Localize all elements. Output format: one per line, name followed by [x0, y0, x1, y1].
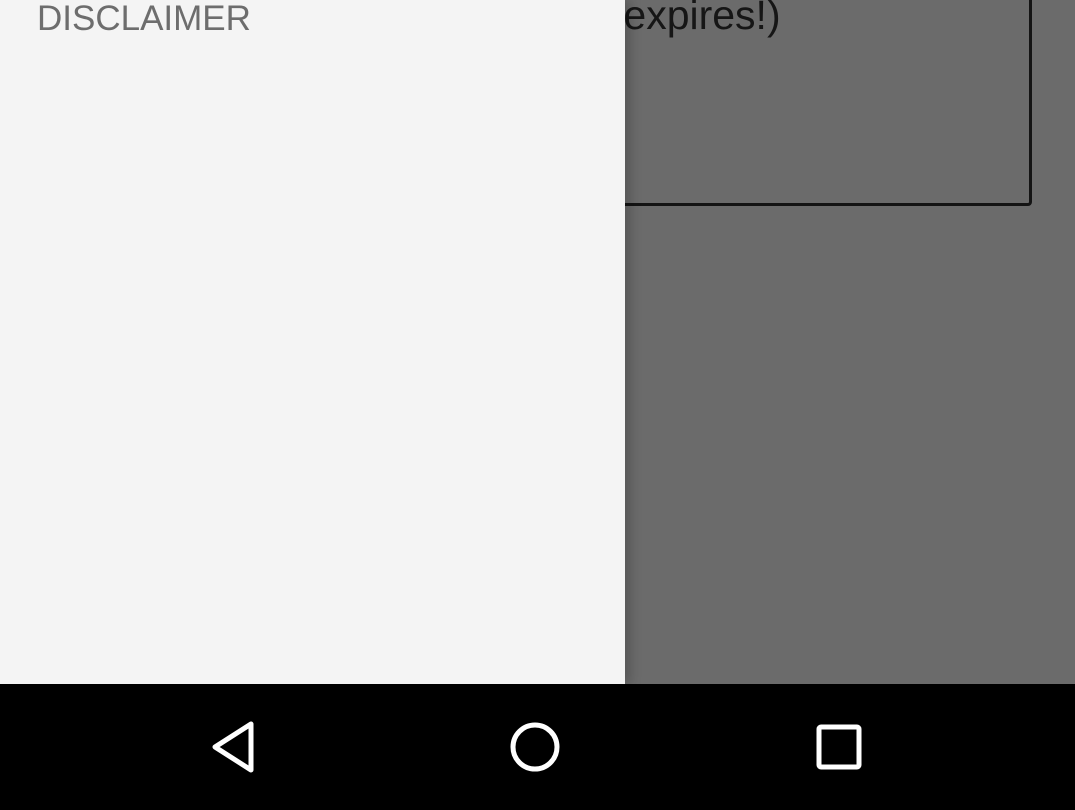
- recents-button[interactable]: [804, 712, 874, 782]
- recents-square-icon: [815, 723, 863, 771]
- drawer-item-disclaimer[interactable]: DISCLAIMER: [37, 0, 251, 38]
- navigation-drawer: DISCLAIMER: [0, 0, 625, 684]
- screen: on (or it expires!) DISCLAIMER: [0, 0, 1075, 810]
- home-circle-icon: [508, 720, 562, 774]
- home-button[interactable]: [500, 712, 570, 782]
- back-triangle-icon: [208, 719, 258, 775]
- system-navigation-bar: [0, 684, 1075, 810]
- back-button[interactable]: [198, 712, 268, 782]
